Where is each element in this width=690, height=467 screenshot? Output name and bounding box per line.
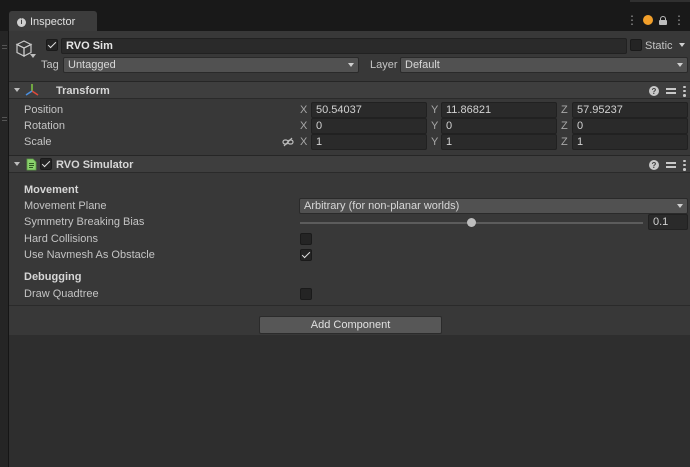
tag-label: Tag bbox=[41, 59, 59, 71]
left-dock-strip bbox=[0, 31, 9, 467]
scale-x-input[interactable]: 1 bbox=[311, 134, 427, 150]
rvo-header-icons: ? bbox=[649, 158, 686, 172]
rotation-x-input[interactable]: 0 bbox=[311, 118, 427, 134]
lock-icon[interactable] bbox=[659, 15, 667, 25]
foldout-arrow-icon[interactable] bbox=[14, 162, 20, 166]
tag-value: Untagged bbox=[68, 59, 116, 71]
position-label: Position bbox=[24, 104, 64, 116]
script-file-icon bbox=[26, 158, 37, 171]
static-label: Static bbox=[645, 40, 673, 52]
add-component-button[interactable]: Add Component bbox=[259, 316, 442, 334]
rotation-y-input[interactable]: 0 bbox=[441, 118, 557, 134]
status-dot-icon bbox=[643, 15, 653, 25]
dock-handle-icon[interactable] bbox=[2, 45, 7, 49]
position-z-input[interactable]: 57.95237 bbox=[572, 102, 688, 118]
window-menu-icon[interactable]: ⋮ bbox=[673, 13, 685, 27]
chevron-down-icon bbox=[677, 204, 683, 208]
use-navmesh-label: Use Navmesh As Obstacle bbox=[24, 249, 155, 261]
rvo-simulator-header[interactable]: RVO Simulator ? bbox=[9, 155, 690, 173]
kebab-icon[interactable] bbox=[683, 159, 686, 171]
static-checkbox[interactable] bbox=[630, 39, 642, 51]
window-top-bar: i Inspector ⋮ ⋮ bbox=[0, 0, 690, 33]
top-right-controls: ⋮ ⋮ bbox=[626, 12, 690, 28]
position-x-input[interactable]: 50.54037 bbox=[311, 102, 427, 118]
rvo-enabled-checkbox[interactable] bbox=[40, 158, 52, 170]
top-divider bbox=[630, 0, 690, 2]
axis-x-label: X bbox=[300, 104, 308, 116]
movement-plane-dropdown[interactable]: Arbitrary (for non-planar worlds) bbox=[299, 198, 688, 214]
transform-header-icons: ? bbox=[649, 84, 686, 98]
gameobject-name-input[interactable]: RVO Sim bbox=[61, 38, 627, 54]
hard-collisions-checkbox[interactable] bbox=[300, 233, 312, 245]
draw-quadtree-label: Draw Quadtree bbox=[24, 288, 99, 300]
icon-picker-arrow-icon[interactable] bbox=[30, 54, 36, 58]
draw-quadtree-checkbox[interactable] bbox=[300, 288, 312, 300]
layer-label: Layer bbox=[370, 59, 398, 71]
axis-x-label: X bbox=[300, 136, 308, 148]
transform-header[interactable]: Transform ? bbox=[9, 81, 690, 99]
more-icon[interactable]: ⋮ bbox=[626, 13, 638, 27]
rotation-label: Rotation bbox=[24, 120, 65, 132]
debugging-section-title: Debugging bbox=[24, 271, 82, 283]
static-dropdown-icon[interactable] bbox=[679, 43, 685, 47]
axis-y-label: Y bbox=[431, 104, 439, 116]
transform-axes-icon bbox=[25, 84, 39, 96]
symmetry-bias-label: Symmetry Breaking Bias bbox=[24, 216, 145, 228]
sliders-icon[interactable] bbox=[666, 160, 676, 170]
axis-z-label: Z bbox=[561, 104, 568, 116]
component-divider bbox=[9, 305, 690, 306]
inspector-empty-area bbox=[9, 335, 690, 467]
rotation-z-input[interactable]: 0 bbox=[572, 118, 688, 134]
chevron-down-icon bbox=[677, 63, 683, 67]
movement-plane-label: Movement Plane bbox=[24, 200, 107, 212]
axis-x-label: X bbox=[300, 120, 308, 132]
gameobject-active-checkbox[interactable] bbox=[46, 39, 58, 51]
hard-collisions-label: Hard Collisions bbox=[24, 233, 98, 245]
tab-inspector[interactable]: i Inspector bbox=[9, 11, 97, 33]
movement-plane-value: Arbitrary (for non-planar worlds) bbox=[304, 200, 460, 212]
axis-z-label: Z bbox=[561, 120, 568, 132]
axis-y-label: Y bbox=[431, 120, 439, 132]
movement-section-title: Movement bbox=[24, 184, 79, 196]
layer-value: Default bbox=[405, 59, 440, 71]
rvo-simulator-title: RVO Simulator bbox=[56, 159, 134, 171]
axis-z-label: Z bbox=[561, 136, 568, 148]
foldout-arrow-icon[interactable] bbox=[14, 88, 20, 92]
tab-inspector-label: Inspector bbox=[30, 16, 76, 28]
position-y-input[interactable]: 11.86821 bbox=[441, 102, 557, 118]
help-icon[interactable]: ? bbox=[649, 86, 659, 96]
scale-y-input[interactable]: 1 bbox=[441, 134, 557, 150]
kebab-icon[interactable] bbox=[683, 85, 686, 97]
tag-dropdown[interactable]: Untagged bbox=[63, 57, 359, 73]
inspector-panel: RVO Sim Static Tag Untagged Layer Defaul… bbox=[9, 31, 690, 467]
layer-dropdown[interactable]: Default bbox=[400, 57, 688, 73]
scale-z-input[interactable]: 1 bbox=[572, 134, 688, 150]
transform-title: Transform bbox=[56, 85, 110, 97]
dock-handle-icon[interactable] bbox=[2, 117, 7, 121]
info-icon: i bbox=[17, 17, 26, 27]
link-icon[interactable] bbox=[282, 137, 294, 147]
axis-y-label: Y bbox=[431, 136, 439, 148]
chevron-down-icon bbox=[348, 63, 354, 67]
scale-label: Scale bbox=[24, 136, 52, 148]
use-navmesh-checkbox[interactable] bbox=[300, 249, 312, 261]
symmetry-bias-slider-thumb[interactable] bbox=[467, 218, 476, 227]
symmetry-bias-input[interactable]: 0.1 bbox=[648, 214, 688, 230]
sliders-icon[interactable] bbox=[666, 86, 676, 96]
help-icon[interactable]: ? bbox=[649, 160, 659, 170]
